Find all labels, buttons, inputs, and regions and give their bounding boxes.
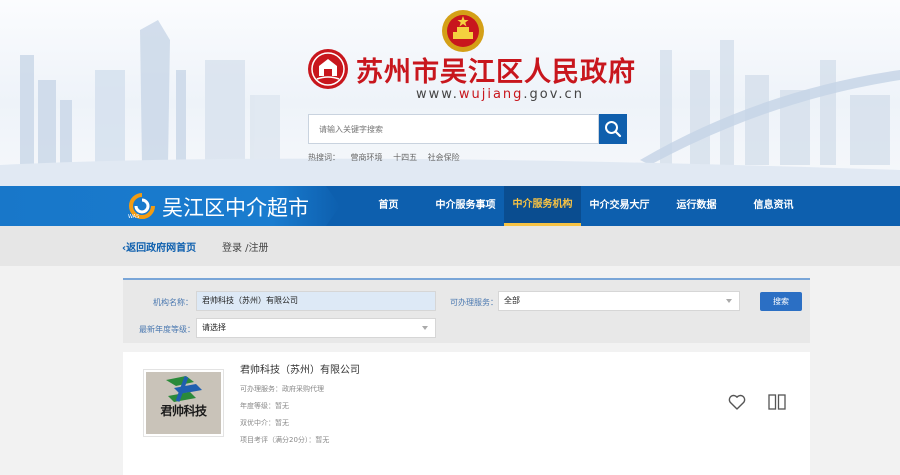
nav-brand: WAS 吴江区中介超市 — [0, 186, 340, 226]
wujiang-gov-logo-icon — [308, 49, 348, 89]
agency-result-card[interactable]: 君帅科技 君帅科技（苏州）有限公司 可办理服务：政府采购代理 年度等级：暂无 双… — [123, 352, 810, 475]
grade-select-value: 请选择 — [202, 323, 226, 332]
site-url: www.wujiang.gov.cn — [416, 87, 584, 102]
header-banner: 苏州市吴江区人民政府 www.wujiang.gov.cn 热搜词： 营商环境 … — [0, 0, 900, 186]
org-name-input[interactable]: 君帅科技（苏州）有限公司 — [196, 291, 436, 311]
breadcrumb-strip: ‹返回政府网首页 登录 /注册 — [0, 226, 900, 266]
site-search-box — [308, 114, 599, 144]
brand-caption: WAS — [128, 214, 140, 220]
company-name[interactable]: 君帅科技（苏州）有限公司 — [240, 361, 360, 376]
hot-search-label: 热搜词： — [308, 153, 340, 162]
filter-search-button[interactable]: 搜索 — [760, 292, 802, 311]
company-dual-excellent: 双优中介：暂无 — [240, 419, 289, 427]
login-register-link[interactable]: 登录 /注册 — [222, 239, 269, 254]
company-logo-thumbnail[interactable]: 君帅科技 — [143, 369, 224, 437]
hot-word-link[interactable]: 十四五 — [393, 153, 417, 162]
back-to-gov-home-link[interactable]: ‹返回政府网首页 — [122, 239, 196, 254]
nav-item-service-agencies[interactable]: 中介服务机构 — [504, 186, 581, 226]
hot-word-link[interactable]: 社会保险 — [428, 153, 460, 162]
chevron-down-icon — [726, 299, 732, 303]
heart-icon[interactable] — [728, 394, 746, 410]
site-url-suffix: .gov.cn — [523, 87, 584, 102]
site-url-highlight: wujiang — [458, 87, 524, 102]
service-label: 可办理服务： — [450, 298, 498, 307]
org-name-label: 机构名称： — [153, 298, 193, 307]
grade-label: 最新年度等级： — [139, 325, 195, 334]
nav-menu: 首页 中介服务事项 中介服务机构 中介交易大厅 运行数据 信息资讯 — [350, 186, 812, 226]
company-logo-image: 君帅科技 — [146, 372, 221, 434]
brand-title: 吴江区中介超市 — [162, 196, 309, 220]
compare-icon[interactable] — [768, 394, 786, 410]
main-navbar: WAS 吴江区中介超市 首页 中介服务事项 中介服务机构 中介交易大厅 运行数据… — [0, 186, 900, 226]
filter-panel: 机构名称： 君帅科技（苏州）有限公司 可办理服务： 全部 搜索 最新年度等级： … — [123, 278, 810, 343]
company-annual-grade: 年度等级：暂无 — [240, 402, 289, 410]
service-select[interactable]: 全部 — [498, 291, 740, 311]
site-search-button[interactable] — [599, 114, 627, 144]
hot-search-words: 热搜词： 营商环境 十四五 社会保险 — [308, 152, 468, 163]
national-emblem-icon — [442, 10, 484, 52]
nav-item-operation-data[interactable]: 运行数据 — [658, 186, 735, 226]
site-title: 苏州市吴江区人民政府 — [356, 57, 636, 88]
search-icon — [605, 121, 622, 138]
company-project-rating: 项目考评（满分20分）：暂无 — [240, 436, 330, 444]
hot-word-link[interactable]: 营商环境 — [351, 153, 383, 162]
service-select-value: 全部 — [504, 296, 520, 305]
nav-item-trading-hall[interactable]: 中介交易大厅 — [581, 186, 658, 226]
chevron-down-icon — [422, 326, 428, 330]
company-services: 可办理服务：政府采购代理 — [240, 385, 324, 393]
nav-item-home[interactable]: 首页 — [350, 186, 427, 226]
grade-select[interactable]: 请选择 — [196, 318, 436, 338]
company-logo-text: 君帅科技 — [160, 404, 207, 418]
site-url-prefix: www. — [416, 87, 459, 102]
nav-item-service-matters[interactable]: 中介服务事项 — [427, 186, 504, 226]
nav-item-news[interactable]: 信息资讯 — [735, 186, 812, 226]
back-link-label: 返回政府网首页 — [126, 243, 197, 254]
site-search-input[interactable] — [309, 115, 598, 143]
